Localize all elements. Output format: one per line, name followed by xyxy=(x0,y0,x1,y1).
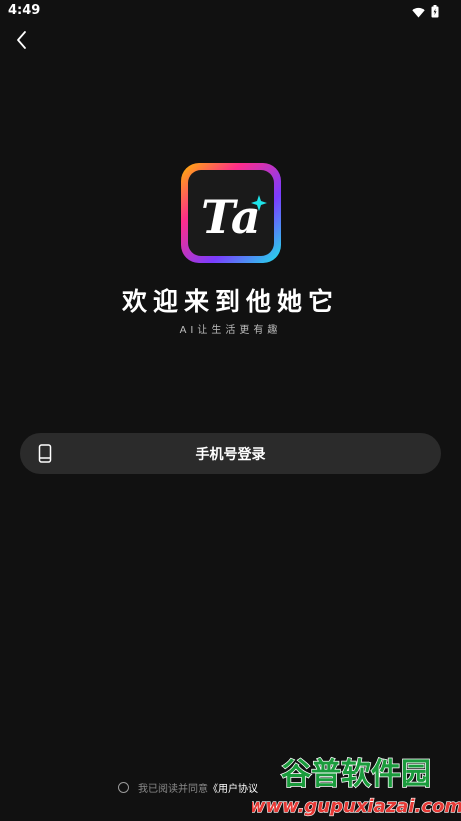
status-icons xyxy=(412,3,439,22)
back-button[interactable] xyxy=(10,28,34,52)
user-agreement-link[interactable]: 《用户协议 xyxy=(208,780,258,795)
chevron-left-icon xyxy=(17,31,26,49)
agreement-text: 我已阅读并同意 xyxy=(138,784,208,795)
agreement-row: 我已阅读并同意 《用户协议 xyxy=(118,780,258,795)
watermark: 谷普软件园 www.gupuxiazai.com xyxy=(248,746,461,821)
agree-radio[interactable] xyxy=(118,782,129,793)
phone-login-label: 手机号登录 xyxy=(195,447,266,463)
app-title: 欢迎来到他她它 xyxy=(121,287,339,316)
wifi-icon xyxy=(412,3,425,22)
app-slogan: AI让生活更有趣 xyxy=(179,325,282,336)
status-time: 4:49 xyxy=(8,3,41,18)
watermark-brand: 谷普软件园 xyxy=(281,757,431,792)
watermark-url: www.gupuxiazai.com xyxy=(252,796,461,817)
logo-text: Ta xyxy=(201,190,261,244)
status-bar: 4:49 xyxy=(0,0,461,22)
battery-icon xyxy=(431,3,439,22)
phone-login-button[interactable]: 手机号登录 xyxy=(20,433,441,474)
login-screen: 4:49 Ta 欢迎来到他她它 AI让生活更有趣 手机号登录 我已阅读并同意 《… xyxy=(0,0,461,821)
app-logo: Ta xyxy=(179,161,283,265)
